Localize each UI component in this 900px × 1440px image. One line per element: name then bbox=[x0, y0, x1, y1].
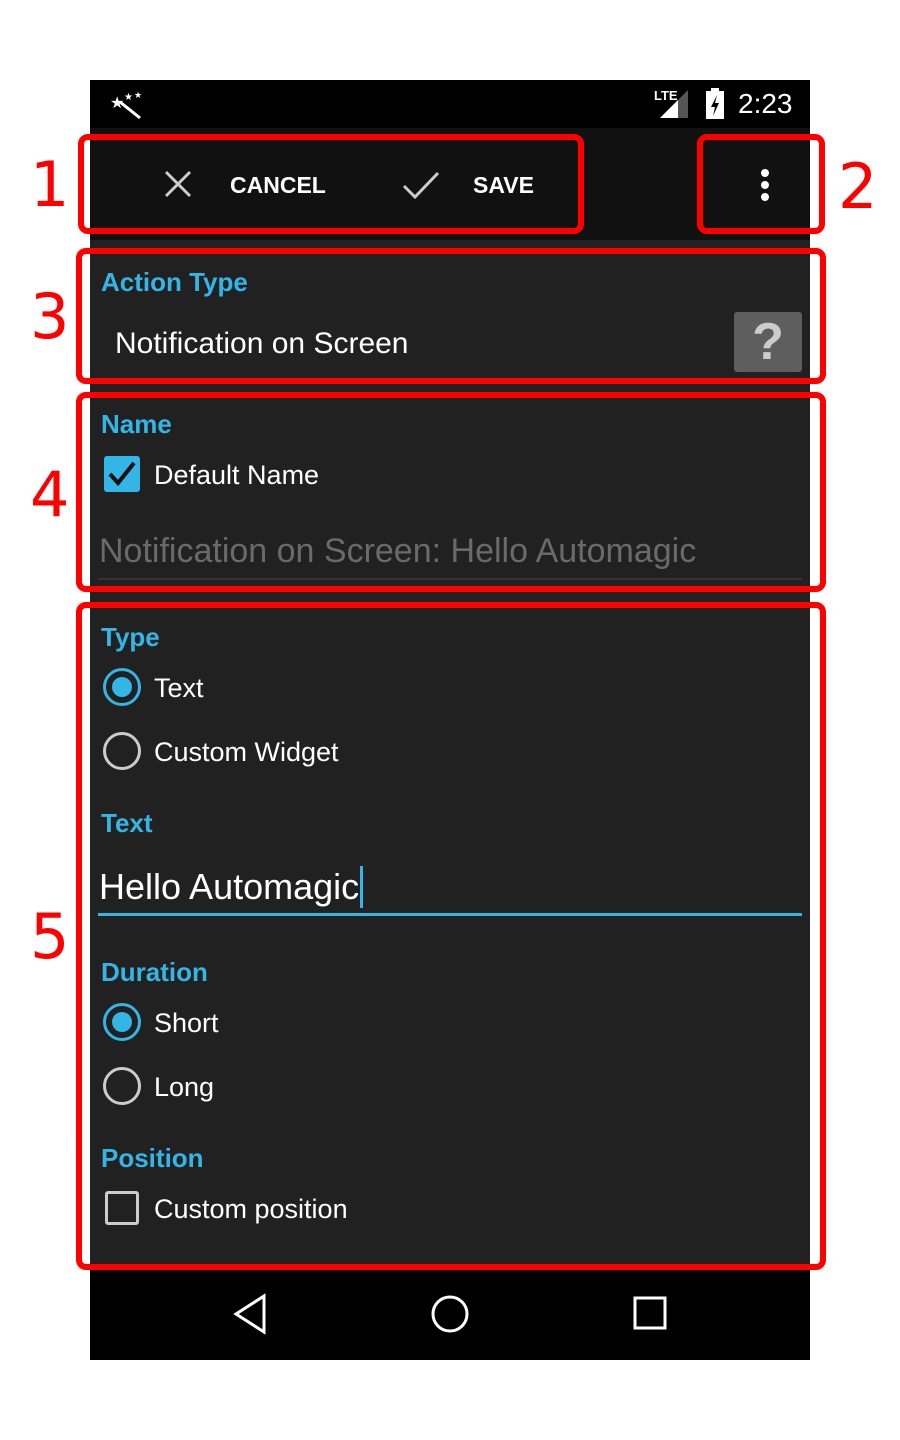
recents-icon[interactable] bbox=[632, 1294, 668, 1334]
annotation-box-2 bbox=[697, 134, 825, 234]
annotation-number-2: 2 bbox=[838, 150, 878, 223]
annotation-box-3 bbox=[76, 248, 826, 384]
status-bar: ★ ★ ★ LTE 2:23 bbox=[90, 80, 810, 128]
annotation-number-5: 5 bbox=[30, 900, 70, 973]
svg-text:★: ★ bbox=[124, 92, 133, 103]
magic-wand-icon: ★ ★ ★ bbox=[110, 90, 142, 120]
home-icon[interactable] bbox=[430, 1292, 470, 1336]
navigation-bar bbox=[90, 1270, 810, 1360]
svg-text:★: ★ bbox=[134, 90, 142, 100]
annotation-box-5 bbox=[76, 602, 826, 1270]
clock: 2:23 bbox=[738, 88, 793, 119]
battery-charging-icon bbox=[706, 88, 724, 119]
signal-icon bbox=[660, 90, 688, 118]
annotation-number-3: 3 bbox=[30, 280, 70, 353]
annotation-number-4: 4 bbox=[30, 458, 70, 531]
svg-text:★: ★ bbox=[110, 95, 124, 112]
back-icon[interactable] bbox=[230, 1292, 270, 1336]
annotation-box-4 bbox=[76, 392, 826, 592]
annotation-number-1: 1 bbox=[30, 148, 70, 221]
annotation-box-1 bbox=[78, 134, 584, 234]
